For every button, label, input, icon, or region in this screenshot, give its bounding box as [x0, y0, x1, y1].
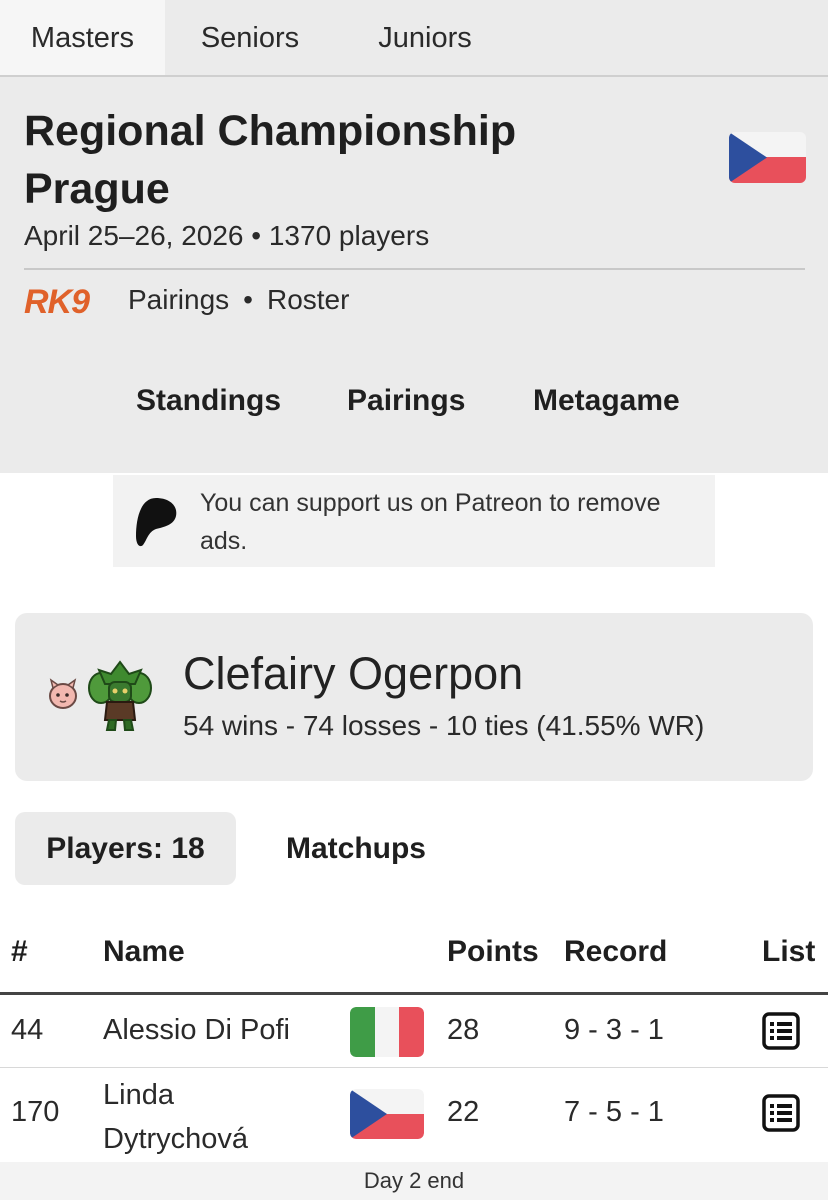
nav-standings[interactable]: Standings: [136, 384, 281, 418]
player-name[interactable]: Linda Dytrychová: [103, 1073, 248, 1161]
event-title-line1: Regional Championship: [24, 107, 517, 155]
column-header-rank[interactable]: #: [11, 935, 28, 969]
tab-seniors[interactable]: Seniors: [165, 0, 335, 75]
tab-masters[interactable]: Masters: [0, 0, 165, 75]
rk9-logo: RK9: [24, 283, 90, 321]
division-tabs: Masters Seniors Juniors: [0, 0, 828, 77]
player-rank: 44: [11, 1014, 44, 1046]
header-divider: [24, 268, 805, 270]
link-separator: •: [243, 284, 253, 315]
patreon-icon: [136, 498, 177, 547]
round-status-footer: Day 2 end: [0, 1162, 828, 1200]
tab-players[interactable]: Players: 18: [15, 812, 236, 885]
event-dates: April 25–26, 2026 • 1370 players: [24, 220, 430, 251]
column-header-name[interactable]: Name: [103, 935, 185, 969]
decklist-icon[interactable]: [762, 1012, 800, 1050]
ogerpon-sprite-icon: [88, 660, 152, 731]
column-header-points[interactable]: Points: [447, 935, 539, 969]
event-links: Pairings • Roster: [128, 284, 349, 316]
player-name-line1: Linda: [103, 1079, 174, 1111]
event-title: Regional Championship Prague: [24, 102, 664, 218]
column-header-record[interactable]: Record: [564, 935, 667, 969]
czech-flag-icon: [729, 132, 806, 183]
deck-record: 54 wins - 74 losses - 10 ties (41.55% WR…: [183, 710, 705, 741]
deck-name: Clefairy Ogerpon: [183, 648, 524, 699]
player-points: 28: [447, 1014, 480, 1046]
player-name-line2: Dytrychová: [103, 1123, 249, 1155]
player-points: 22: [447, 1096, 480, 1128]
czech-flag-icon: [350, 1089, 424, 1139]
player-name[interactable]: Alessio Di Pofi: [103, 1014, 290, 1047]
event-title-line2: Prague: [24, 165, 170, 213]
row-divider: [0, 1067, 828, 1068]
patreon-text: You can support us on Patreon to remove …: [200, 489, 661, 555]
tab-matchups[interactable]: Matchups: [262, 812, 450, 885]
tab-juniors[interactable]: Juniors: [335, 0, 515, 75]
player-record: 7 - 5 - 1: [564, 1096, 664, 1128]
nav-pairings[interactable]: Pairings: [347, 384, 465, 418]
clefairy-sprite-icon: [49, 678, 77, 709]
player-rank: 170: [11, 1096, 60, 1128]
column-header-list[interactable]: List: [762, 935, 815, 969]
roster-link[interactable]: Roster: [267, 284, 349, 315]
italy-flag-icon: [350, 1007, 424, 1057]
table-header-divider: [0, 992, 828, 995]
pairings-link[interactable]: Pairings: [128, 284, 229, 315]
nav-metagame[interactable]: Metagame: [533, 384, 680, 418]
player-record: 9 - 3 - 1: [564, 1014, 664, 1046]
decklist-icon[interactable]: [762, 1094, 800, 1132]
